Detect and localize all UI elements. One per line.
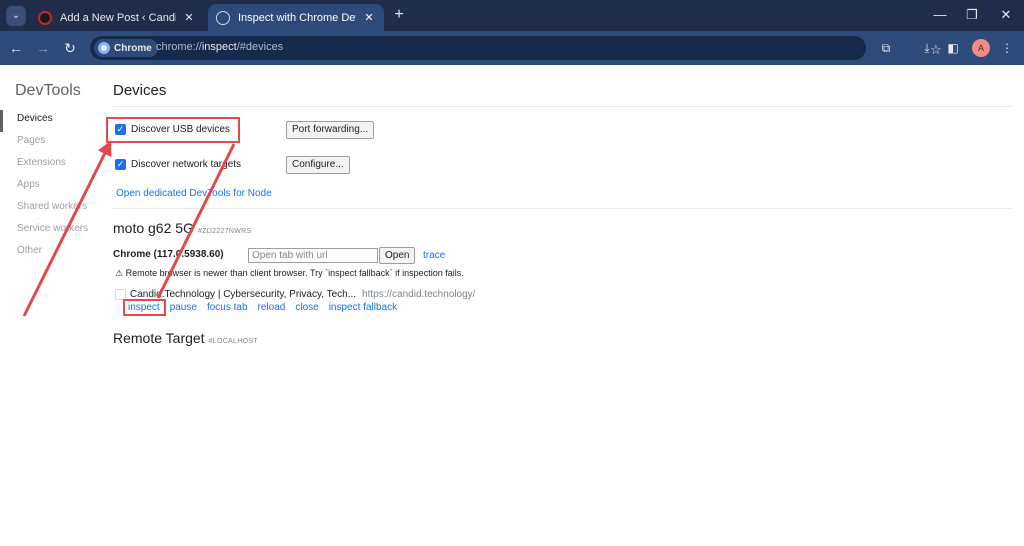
device-header: moto g62 5G #ZD2227NWRS — [113, 220, 251, 236]
device-name: moto g62 5G — [113, 220, 194, 236]
sidebar-item-pages[interactable]: Pages — [0, 132, 100, 154]
chrome-logo-icon — [98, 42, 110, 54]
reload-link[interactable]: reload — [258, 302, 286, 313]
back-icon[interactable]: ← — [6, 38, 26, 58]
divider — [113, 106, 1013, 107]
divider — [113, 208, 1013, 209]
device-serial: #ZD2227NWRS — [197, 228, 252, 235]
sidebar-item-devices[interactable]: Devices — [0, 110, 100, 132]
target-row: Candid.Technology | Cybersecurity, Priva… — [115, 289, 475, 300]
url-text[interactable]: chrome://inspect/#devices — [156, 41, 283, 53]
inspect-fallback-link[interactable]: inspect fallback — [329, 302, 397, 313]
close-icon[interactable]: ✕ — [182, 11, 196, 24]
sidebar-item-service-workers[interactable]: Service workers — [0, 220, 100, 242]
tab-add-new-post[interactable]: Add a New Post ‹ Candid.Techn ✕ — [30, 4, 204, 31]
avatar[interactable]: A — [972, 39, 990, 57]
remote-target-name: Remote Target — [113, 330, 205, 346]
sidebar-item-other[interactable]: Other — [0, 242, 100, 264]
sidebar-item-shared-workers[interactable]: Shared workers — [0, 198, 100, 220]
address-bar[interactable]: Chrome chrome://inspect/#devices ☆ — [90, 36, 942, 60]
globe-icon — [216, 10, 230, 25]
downloads-icon[interactable]: ⤓ — [918, 39, 936, 57]
tab-inspect[interactable]: Inspect with Chrome Develope ✕ — [208, 4, 384, 31]
chip-label: Chrome — [114, 42, 152, 54]
tab-title: Add a New Post ‹ Candid.Techn — [60, 11, 176, 24]
close-link[interactable]: close — [295, 302, 318, 313]
devtools-sidebar: Devices Pages Extensions Apps Shared wor… — [0, 110, 100, 264]
menu-icon[interactable]: ⋮ — [998, 39, 1016, 57]
site-favicon-icon — [38, 10, 52, 25]
browser-version: Chrome (117.0.5938.60) — [113, 249, 224, 260]
sidebar-item-apps[interactable]: Apps — [0, 176, 100, 198]
remote-target-sub: #LOCALHOST — [208, 338, 258, 345]
configure-button[interactable]: Configure... — [286, 156, 350, 174]
devtools-brand: DevTools — [15, 82, 81, 99]
side-panel-icon[interactable]: ◧ — [944, 39, 962, 57]
reload-icon[interactable]: ↻ — [60, 38, 80, 58]
chrome-chip[interactable]: Chrome — [94, 39, 158, 57]
open-tab-url-input[interactable]: Open tab with url — [248, 248, 378, 263]
extensions-icon[interactable]: ⧉ — [877, 39, 895, 57]
open-button[interactable]: Open — [379, 247, 416, 264]
inspect-highlight-box — [123, 299, 166, 316]
discover-network-checkbox[interactable]: ✓ — [115, 159, 126, 170]
new-tab-icon[interactable]: + — [390, 6, 408, 24]
browser-toolbar: ← → ↻ Chrome chrome://inspect/#devices ☆… — [0, 31, 1024, 65]
discover-network-label: Discover network targets — [131, 159, 242, 170]
tab-title: Inspect with Chrome Develope — [238, 11, 356, 24]
tab-search-icon[interactable]: ⌄ — [6, 6, 26, 26]
node-devtools-link[interactable]: Open dedicated DevTools for Node — [116, 188, 272, 199]
remote-target-header: Remote Target #LOCALHOST — [113, 330, 258, 346]
minimize-icon[interactable]: — — [930, 6, 950, 24]
trace-link[interactable]: trace — [423, 250, 445, 261]
discover-network-row[interactable]: ✓ Discover network targets — [115, 159, 241, 170]
restore-icon[interactable]: ❐ — [962, 6, 982, 24]
pause-link[interactable]: pause — [170, 302, 197, 313]
close-icon[interactable]: ✕ — [362, 11, 376, 24]
tab-strip: ⌄ Add a New Post ‹ Candid.Techn ✕ Inspec… — [0, 0, 1024, 31]
version-warning: ⚠ Remote browser is newer than client br… — [115, 268, 464, 278]
target-url: https://candid.technology/ — [362, 289, 476, 300]
port-forwarding-button[interactable]: Port forwarding... — [286, 121, 375, 139]
usb-highlight-box — [106, 117, 240, 143]
forward-icon[interactable]: → — [33, 38, 53, 58]
window-close-icon[interactable]: ✕ — [996, 6, 1016, 24]
sidebar-item-extensions[interactable]: Extensions — [0, 154, 100, 176]
page-title: Devices — [113, 82, 167, 99]
focus-tab-link[interactable]: focus tab — [207, 302, 248, 313]
target-actions: inspect pause focus tab reload close ins… — [128, 302, 397, 313]
